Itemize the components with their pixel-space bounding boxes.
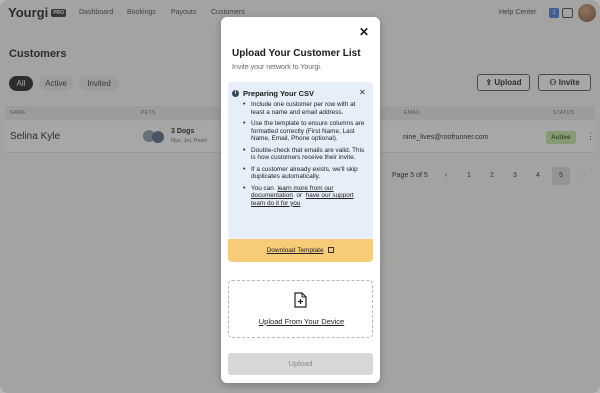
upload-modal: ✕ Upload Your Customer List Invite your …: [221, 17, 380, 383]
close-icon[interactable]: ✕: [358, 26, 370, 38]
list-item: If a customer already exists, we'll skip…: [239, 166, 369, 181]
upload-from-device-link[interactable]: Upload From Your Device: [229, 317, 374, 326]
upload-button[interactable]: Upload: [228, 353, 373, 375]
download-template-label: Download Template: [266, 247, 324, 254]
info-icon: i: [232, 90, 239, 97]
file-add-icon: [294, 292, 307, 308]
list-item: Double-check that emails are valid. This…: [239, 147, 369, 162]
help-mid: or: [296, 192, 303, 199]
file-dropzone[interactable]: Upload From Your Device: [228, 280, 373, 338]
list-item: Include one customer per row with at lea…: [239, 101, 369, 116]
info-list: Include one customer per row with at lea…: [239, 101, 369, 211]
list-item: You can learn more from our documentatio…: [239, 185, 369, 208]
list-item: Use the template to ensure columns are f…: [239, 120, 369, 143]
modal-subtitle: Invite your network to Yourgi.: [232, 64, 322, 71]
download-template-button[interactable]: Download Template: [228, 239, 373, 262]
close-icon[interactable]: ✕: [359, 88, 366, 97]
help-prefix: You can: [251, 184, 274, 192]
external-link-icon: [328, 247, 335, 253]
modal-title: Upload Your Customer List: [232, 48, 361, 59]
info-title: Preparing Your CSV: [243, 89, 314, 98]
csv-info-box: i Preparing Your CSV ✕ Include one custo…: [228, 82, 373, 239]
